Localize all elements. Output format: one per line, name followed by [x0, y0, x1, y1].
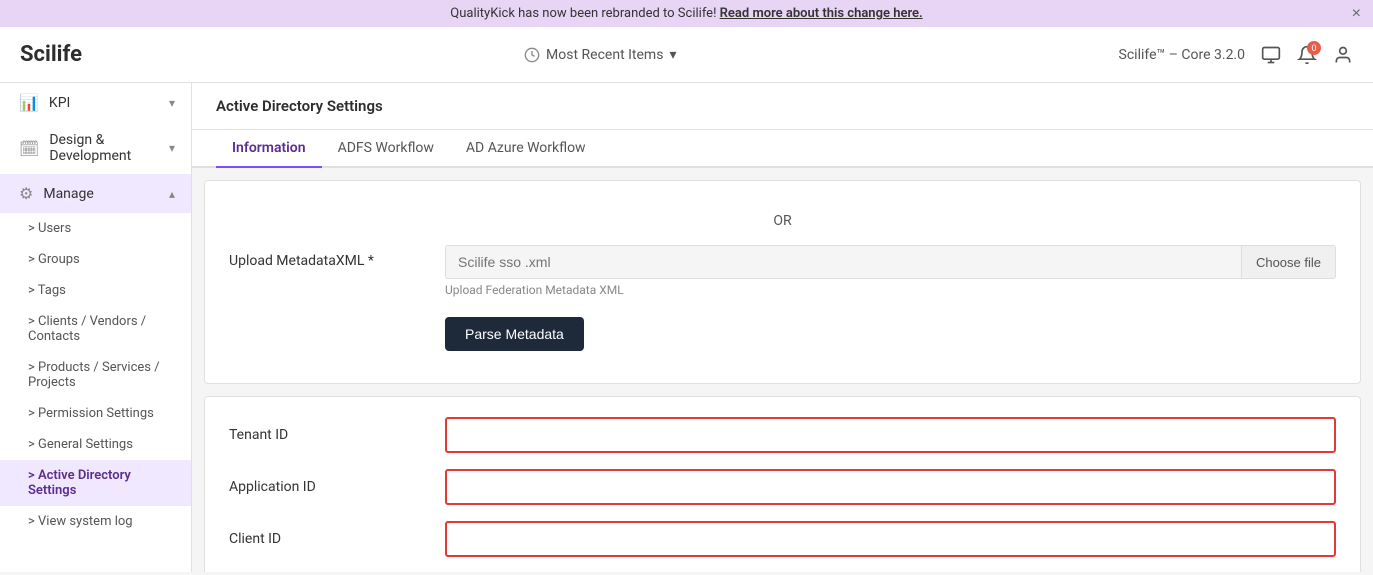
sidebar-label-tags: > Tags — [28, 283, 66, 298]
design-dev-icon: 🗓 — [19, 139, 39, 158]
notification-badge: 0 — [1307, 41, 1321, 55]
client-id-input[interactable] — [445, 521, 1336, 557]
upload-control-wrap: Choose file Upload Federation Metadata X… — [445, 245, 1336, 297]
sidebar-item-permission[interactable]: > Permission Settings — [0, 398, 191, 429]
application-id-row: Application ID — [229, 469, 1336, 505]
sidebar-item-groups[interactable]: > Groups — [0, 244, 191, 275]
tabs-bar: Information ADFS Workflow AD Azure Workf… — [192, 130, 1373, 168]
chevron-right-icon-2: ▾ — [169, 141, 175, 155]
sidebar-item-view-system-log[interactable]: > View system log — [0, 506, 191, 537]
file-input-row: Choose file — [445, 245, 1336, 279]
sidebar-item-tags[interactable]: > Tags — [0, 275, 191, 306]
sidebar-label-groups: > Groups — [28, 252, 80, 267]
sidebar-label-users: > Users — [28, 221, 71, 236]
sidebar-item-products[interactable]: > Products / Services / Projects — [0, 352, 191, 398]
chevron-right-icon: ▾ — [169, 96, 175, 110]
upload-xml-row: Upload MetadataXML * Choose file Upload … — [229, 245, 1336, 297]
logo: Scilife — [20, 42, 82, 67]
recent-items-label: Most Recent Items — [546, 47, 663, 63]
sidebar-label-design-dev: Design & Development — [49, 132, 169, 164]
parse-btn-wrap: Parse Metadata — [445, 317, 1336, 351]
file-hint: Upload Federation Metadata XML — [445, 283, 1336, 297]
sidebar-label-clients: > Clients / Vendors / Contacts — [28, 314, 146, 344]
sidebar-label-kpi: KPI — [49, 95, 70, 111]
tenant-id-label: Tenant ID — [229, 427, 429, 443]
client-id-label: Client ID — [229, 531, 429, 547]
user-icon — [1333, 45, 1353, 65]
sidebar-item-manage[interactable]: ⚙ Manage ▴ — [0, 174, 191, 213]
parse-metadata-button[interactable]: Parse Metadata — [445, 317, 584, 351]
tab-information[interactable]: Information — [216, 130, 322, 168]
sidebar-label-permission: > Permission Settings — [28, 406, 154, 421]
tab-adfs-workflow[interactable]: ADFS Workflow — [322, 130, 450, 168]
application-id-input[interactable] — [445, 469, 1336, 505]
sidebar-item-users[interactable]: > Users — [0, 213, 191, 244]
chevron-down-icon: ▾ — [669, 47, 676, 63]
upload-label: Upload MetadataXML * — [229, 245, 429, 269]
sidebar-label-view-system-log: > View system log — [28, 514, 133, 529]
page-header: Active Directory Settings — [192, 83, 1373, 130]
tab-ad-azure-workflow[interactable]: AD Azure Workflow — [450, 130, 602, 168]
announcement-link[interactable]: Read more about this change here. — [720, 6, 923, 21]
sidebar-item-design-dev[interactable]: 🗓 Design & Development ▾ — [0, 122, 191, 174]
sidebar-label-products: > Products / Services / Projects — [28, 360, 160, 390]
top-bar-right: Scilife™ – Core 3.2.0 0 — [1119, 45, 1353, 65]
tenant-id-input[interactable] — [445, 417, 1336, 453]
notifications-button[interactable]: 0 — [1297, 45, 1317, 65]
screens-icon — [1261, 45, 1281, 65]
page-title: Active Directory Settings — [216, 97, 1349, 115]
content-area: Active Directory Settings Information AD… — [192, 83, 1373, 572]
form-area: OR Upload MetadataXML * Choose file Uplo… — [204, 180, 1361, 384]
announcement-bar: QualityKick has now been rebranded to Sc… — [0, 0, 1373, 27]
choose-file-button[interactable]: Choose file — [1241, 246, 1335, 278]
client-id-row: Client ID — [229, 521, 1336, 557]
user-profile-button[interactable] — [1333, 45, 1353, 65]
screens-button[interactable] — [1261, 45, 1281, 65]
tenant-section: Tenant ID Application ID Client ID — [204, 396, 1361, 572]
close-announcement-button[interactable]: × — [1352, 5, 1361, 23]
manage-icon: ⚙ — [19, 184, 33, 203]
clock-icon — [524, 47, 540, 63]
chevron-up-icon: ▴ — [169, 187, 175, 201]
sidebar: 📊 KPI ▾ 🗓 Design & Development ▾ ⚙ Manag… — [0, 83, 192, 572]
top-bar: Scilife Most Recent Items ▾ Scilife™ – C… — [0, 27, 1373, 83]
version-label: Scilife™ – Core 3.2.0 — [1119, 47, 1245, 63]
file-input-text[interactable] — [446, 246, 1241, 278]
sidebar-item-active-directory[interactable]: > Active Directory Settings — [0, 460, 191, 506]
sidebar-label-general: > General Settings — [28, 437, 133, 452]
sidebar-label-manage: Manage — [43, 186, 93, 202]
sidebar-item-kpi[interactable]: 📊 KPI ▾ — [0, 83, 191, 122]
kpi-icon: 📊 — [19, 93, 39, 112]
sidebar-item-general[interactable]: > General Settings — [0, 429, 191, 460]
tenant-id-row: Tenant ID — [229, 417, 1336, 453]
announcement-text: QualityKick has now been rebranded to Sc… — [450, 6, 719, 21]
recent-items-menu[interactable]: Most Recent Items ▾ — [524, 47, 676, 63]
or-divider: OR — [229, 205, 1336, 245]
sidebar-item-clients[interactable]: > Clients / Vendors / Contacts — [0, 306, 191, 352]
application-id-label: Application ID — [229, 479, 429, 495]
sidebar-label-active-directory: > Active Directory Settings — [28, 468, 131, 498]
